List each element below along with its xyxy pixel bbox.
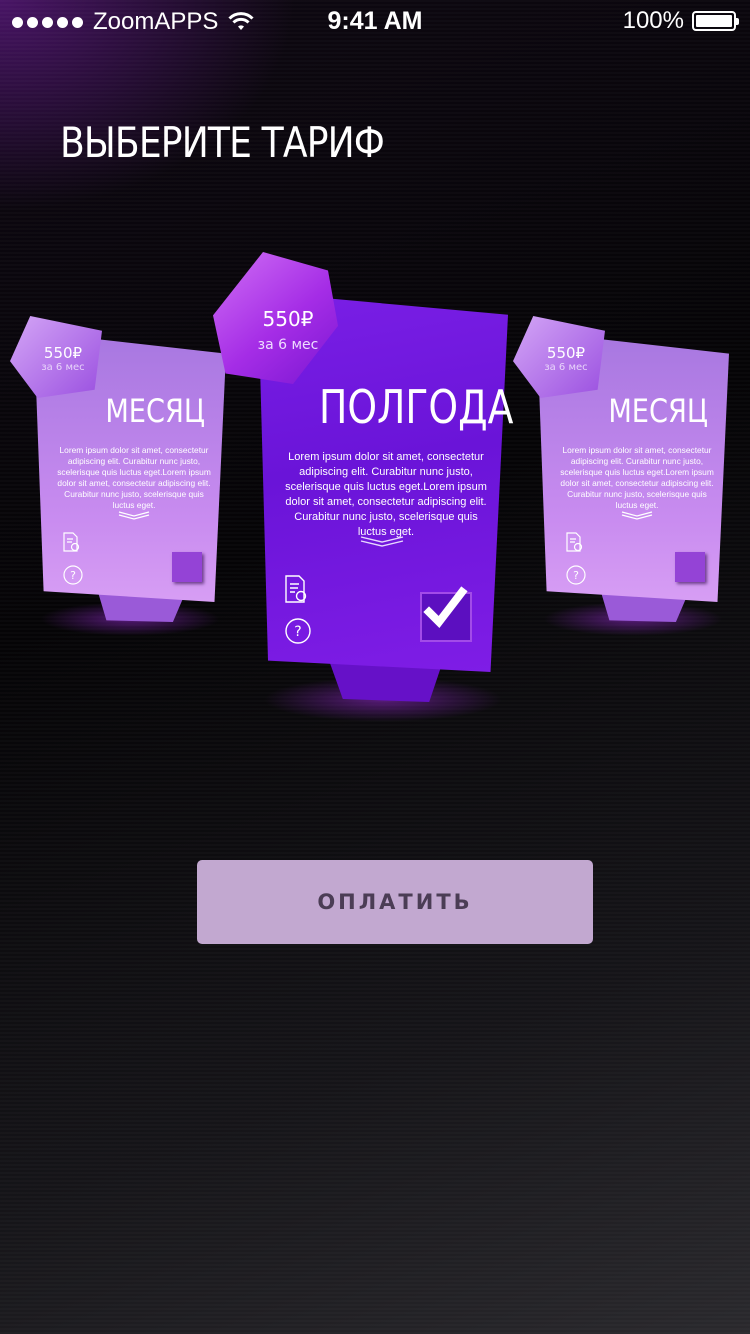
status-right: 100% (622, 7, 739, 35)
status-bar: ZoomAPPS 9:41 AM 100% (0, 0, 750, 40)
plan-name: МЕСЯЦ (608, 392, 708, 430)
plan-period: за 6 мес (41, 362, 85, 373)
chevron-down-icon[interactable] (118, 510, 150, 520)
plan-description: Lorem ipsum dolor sit amet, consectetur … (285, 451, 487, 538)
plan-select-checkbox[interactable] (172, 552, 202, 582)
plan-price: 550₽ (43, 344, 83, 362)
plan-description: Lorem ipsum dolor sit amet, consectetur … (560, 445, 714, 510)
certificate-document-icon[interactable] (62, 532, 82, 554)
plan-card-month-right[interactable]: 550₽ за 6 мес МЕСЯЦ Lorem ipsum dolor si… (503, 302, 743, 642)
plan-card-halfyear[interactable]: 550₽ за 6 мес ПОЛГОДА Lorem ipsum dolor … (213, 252, 523, 722)
plan-price-block: 550₽ за 6 мес (533, 344, 599, 373)
plan-name: МЕСЯЦ (105, 392, 205, 430)
plan-price: 550₽ (546, 344, 586, 362)
plan-price: 550₽ (262, 307, 314, 331)
svg-text:?: ? (573, 569, 579, 582)
question-bubble-icon[interactable]: ? (284, 618, 312, 646)
question-bubble-icon[interactable]: ? (565, 565, 587, 587)
page-title: ВЫБЕРИТЕ ТАРИФ (60, 118, 385, 167)
plan-card-month-left[interactable]: 550₽ за 6 мес МЕСЯЦ Lorem ipsum dolor si… (0, 302, 240, 642)
battery-percent: 100% (622, 7, 684, 34)
chevron-down-icon[interactable] (360, 535, 404, 547)
plan-name: ПОЛГОДА (319, 380, 514, 434)
plan-description: Lorem ipsum dolor sit amet, consectetur … (57, 445, 211, 510)
plan-price-block: 550₽ за 6 мес (30, 344, 96, 373)
plan-select-checkbox[interactable] (420, 586, 472, 642)
plan-select-checkbox[interactable] (675, 552, 705, 582)
question-bubble-icon[interactable]: ? (62, 565, 84, 587)
plan-period: за 6 мес (257, 337, 319, 353)
pay-button[interactable]: ОПЛАТИТЬ (197, 860, 593, 944)
plan-price-block: 550₽ за 6 мес (243, 307, 333, 353)
certificate-document-icon[interactable] (565, 532, 585, 554)
plan-period: за 6 мес (544, 362, 588, 373)
svg-text:?: ? (70, 569, 76, 582)
svg-text:?: ? (294, 624, 301, 640)
certificate-document-icon[interactable] (284, 575, 310, 605)
checkmark-icon (423, 586, 468, 629)
battery-icon (692, 11, 739, 31)
chevron-down-icon[interactable] (621, 510, 653, 520)
